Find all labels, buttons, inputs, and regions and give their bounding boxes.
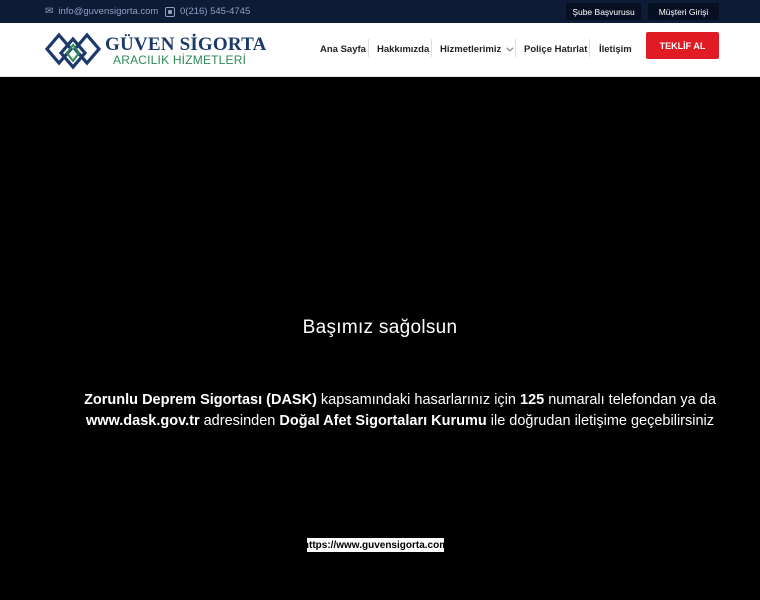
hero-title: Başımız sağolsun	[302, 317, 458, 338]
phone-icon	[165, 6, 175, 17]
nav-hakkimizda[interactable]: Hakkımızda	[377, 39, 429, 59]
logo[interactable]: GÜVEN SİGORTA ARACILIK HİZMETLERİ	[45, 31, 266, 71]
nav-divider	[368, 39, 369, 57]
logo-subtitle: ARACILIK HİZMETLERİ	[113, 53, 247, 67]
phone-text[interactable]: 0(216) 545-4745	[180, 6, 250, 17]
header: GÜVEN SİGORTA ARACILIK HİZMETLERİ Ana Sa…	[0, 23, 760, 77]
nav-divider	[589, 39, 590, 57]
email-contact[interactable]: ✉ info@guvensigorta.com	[45, 0, 158, 23]
site-url-label: https://www.guvensigorta.com	[302, 538, 449, 552]
email-text[interactable]: info@guvensigorta.com	[58, 6, 158, 17]
nav-divider	[515, 39, 516, 57]
hero-text-part: numaralı telefondan ya da	[544, 392, 716, 408]
nav-hizmetlerimiz[interactable]: Hizmetlerimiz	[440, 39, 514, 59]
phone-contact[interactable]: 0(216) 545-4745	[165, 0, 250, 23]
hero-text-part: ile doğrudan iletişime geçebilirsiniz	[486, 413, 714, 429]
hero-text: Zorunlu Deprem Sigortası (DASK) kapsamın…	[80, 390, 720, 432]
nav-hizmetlerimiz-label: Hizmetlerimiz	[440, 43, 502, 55]
hero-text-dask-url: www.dask.gov.tr	[85, 413, 200, 429]
nav-divider	[431, 39, 432, 57]
hero-text-part: adresinden	[199, 413, 280, 429]
nav-ana-sayfa[interactable]: Ana Sayfa	[320, 39, 366, 59]
hero-text-125: 125	[520, 392, 545, 408]
nav-iletisim[interactable]: İletişim	[599, 39, 632, 59]
hero-text-part: kapsamındaki hasarlarınız için	[316, 392, 520, 408]
top-bar: ✉ info@guvensigorta.com 0(216) 545-4745 …	[0, 0, 760, 23]
chevron-down-icon	[506, 44, 514, 52]
teklif-al-button[interactable]: TEKLİF AL	[646, 32, 719, 59]
hero-text-dask: Zorunlu Deprem Sigortası (DASK)	[84, 392, 317, 408]
sube-basvurusu-button[interactable]: Şube Başvurusu	[566, 3, 641, 20]
mail-icon: ✉	[45, 6, 54, 17]
logo-mark-icon	[45, 32, 101, 70]
hero-text-kurum: Doğal Afet Sigortaları Kurumu	[279, 413, 487, 429]
nav-police-hatirlat[interactable]: Poliçe Hatırlat	[524, 39, 587, 59]
musteri-girisi-button[interactable]: Müşteri Girişi	[648, 3, 719, 20]
